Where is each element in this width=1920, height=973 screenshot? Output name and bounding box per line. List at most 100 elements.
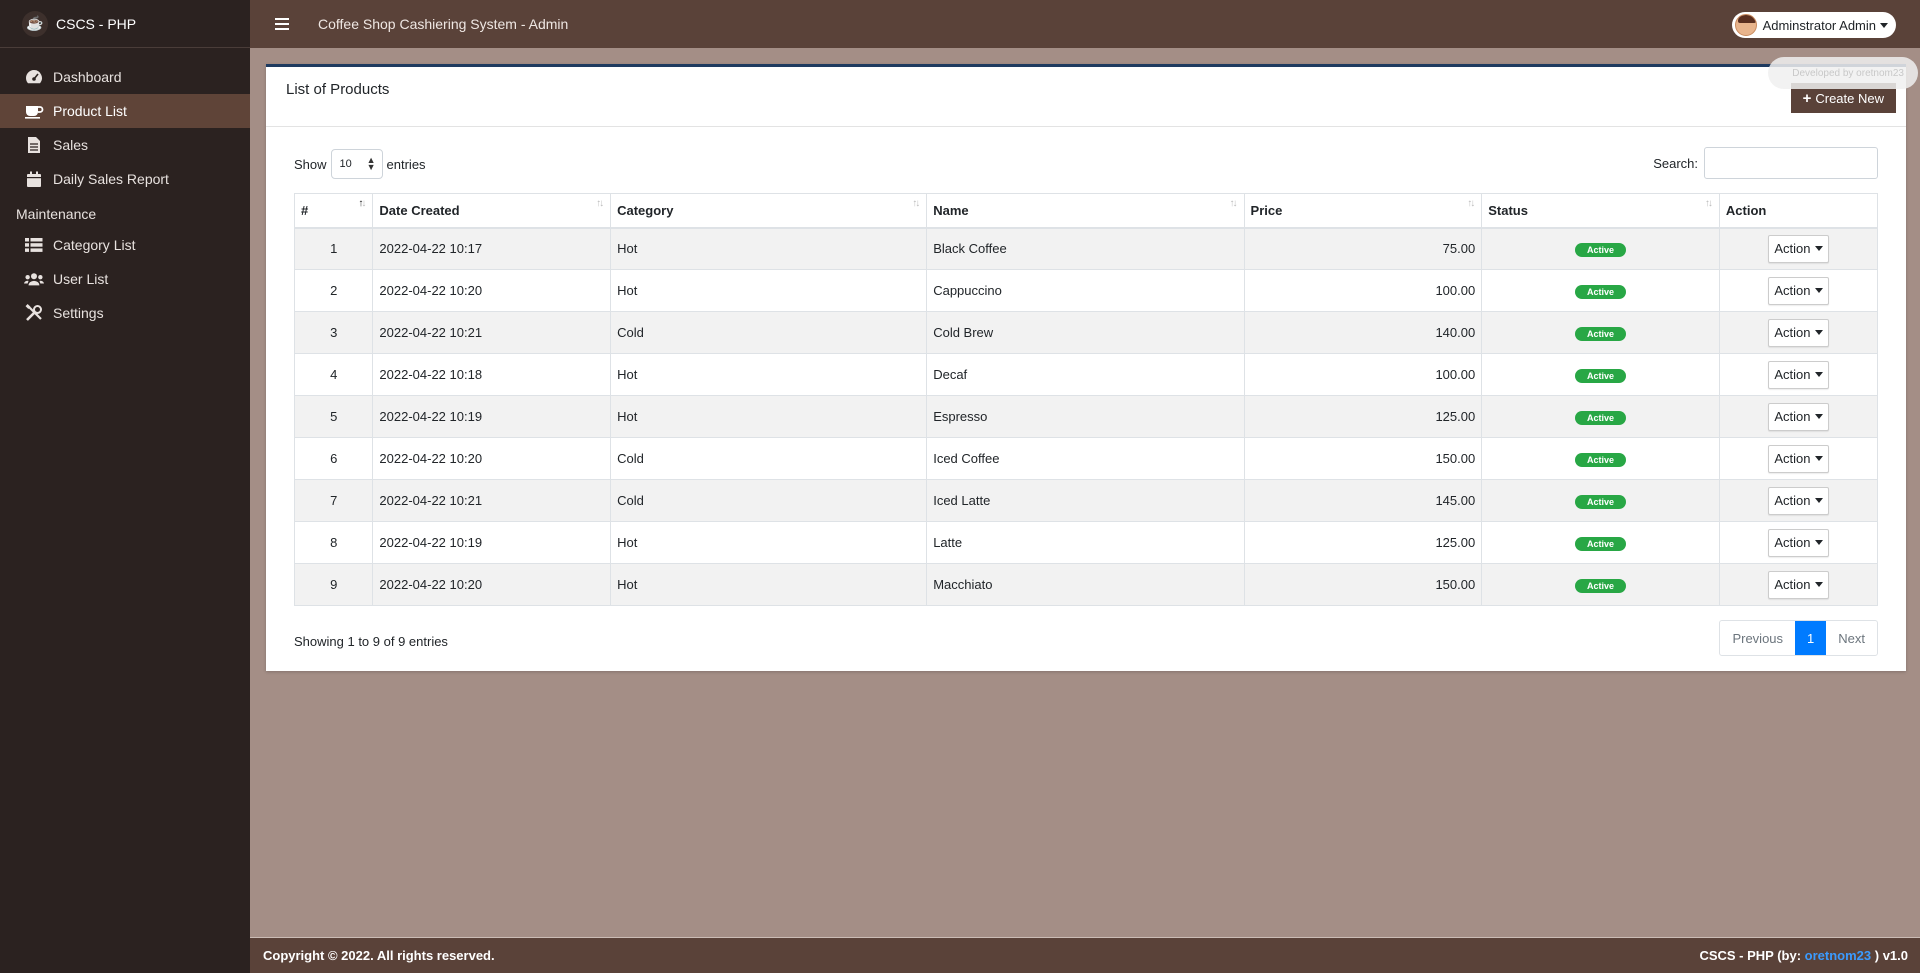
sidebar-item-sales[interactable]: Sales <box>0 128 250 162</box>
user-menu-dropdown[interactable]: Adminstrator Admin <box>1731 12 1896 38</box>
status-badge: Active <box>1575 326 1627 341</box>
row-action-dropdown[interactable]: Action <box>1768 234 1829 263</box>
cell-name: Iced Coffee <box>926 437 1245 480</box>
cell-number: 6 <box>293 437 374 480</box>
cell-status: Active <box>1481 395 1720 438</box>
cell-date-created: 2022-04-22 10:17 <box>372 227 612 270</box>
table-row: 5 2022-04-22 10:19 Hot Espresso 125.00 A… <box>293 395 1879 438</box>
row-action-dropdown[interactable]: Action <box>1768 360 1829 389</box>
sort-icon: ↑↓ <box>912 198 920 209</box>
caret-down-icon <box>1814 330 1823 335</box>
status-badge: Active <box>1575 410 1627 425</box>
sidebar-item-product-list[interactable]: Product List <box>0 94 250 128</box>
cell-category: Hot <box>610 227 928 270</box>
sidebar-item-label: Daily Sales Report <box>53 171 169 187</box>
products-card: List of Products + Create New Developed … <box>266 57 1918 671</box>
cell-price: 75.00 <box>1243 227 1483 270</box>
column-header-action: Action <box>1718 193 1879 229</box>
sidebar-item-category-list[interactable]: Category List <box>0 228 250 262</box>
cell-category: Cold <box>610 311 928 354</box>
hamburger-menu-icon[interactable] <box>272 14 292 34</box>
cell-category: Hot <box>610 269 928 312</box>
next-page-button[interactable]: Next <box>1826 621 1877 655</box>
row-action-dropdown[interactable]: Action <box>1768 318 1829 347</box>
cell-date-created: 2022-04-22 10:21 <box>372 311 612 354</box>
sidebar-item-label: Product List <box>53 103 127 119</box>
cell-price: 100.00 <box>1243 353 1483 396</box>
cell-action: Action <box>1718 521 1879 564</box>
search-label: Search: <box>1653 155 1698 171</box>
cell-action: Action <box>1718 563 1879 606</box>
row-action-dropdown[interactable]: Action <box>1768 528 1829 557</box>
cell-category: Cold <box>610 437 928 480</box>
cell-name: Espresso <box>926 395 1245 438</box>
row-action-dropdown[interactable]: Action <box>1768 570 1829 599</box>
sidebar-nav: Dashboard Product List Sales Daily Sales… <box>0 48 250 330</box>
cell-status: Active <box>1481 437 1720 480</box>
sidebar-item-settings[interactable]: Settings <box>0 296 250 330</box>
column-header-price[interactable]: Price ↑↓ <box>1243 193 1483 229</box>
cell-status: Active <box>1481 563 1720 606</box>
status-badge: Active <box>1575 578 1627 593</box>
create-new-label: Create New <box>1815 90 1884 106</box>
cell-action: Action <box>1718 353 1879 396</box>
cell-number: 2 <box>293 269 374 312</box>
previous-page-button[interactable]: Previous <box>1720 621 1795 655</box>
sidebar-item-user-list[interactable]: User List <box>0 262 250 296</box>
sort-icon: ↑↓ <box>596 198 604 209</box>
cell-number: 1 <box>293 227 374 270</box>
page-length-select[interactable]: 10 ▲ ▼ <box>330 149 383 179</box>
column-header-category[interactable]: Category ↑↓ <box>610 193 928 229</box>
table-row: 4 2022-04-22 10:18 Hot Decaf 100.00 Acti… <box>293 353 1879 396</box>
table-row: 1 2022-04-22 10:17 Hot Black Coffee 75.0… <box>293 227 1879 270</box>
search-input[interactable] <box>1704 147 1878 179</box>
cell-status: Active <box>1481 479 1720 522</box>
cell-price: 125.00 <box>1243 395 1483 438</box>
table-list-icon <box>24 235 44 255</box>
column-header-name[interactable]: Name ↑↓ <box>926 193 1245 229</box>
cell-action: Action <box>1718 269 1879 312</box>
column-header-date-created[interactable]: Date Created ↑↓ <box>372 193 612 229</box>
sidebar-item-dashboard[interactable]: Dashboard <box>0 60 250 94</box>
copyright-text: Copyright © 2022. All rights reserved. <box>263 948 495 963</box>
coffee-cup-icon <box>24 101 44 121</box>
cell-date-created: 2022-04-22 10:21 <box>372 479 612 522</box>
sidebar-item-label: User List <box>53 271 109 287</box>
row-action-dropdown[interactable]: Action <box>1768 444 1829 473</box>
status-badge: Active <box>1575 368 1627 383</box>
row-action-dropdown[interactable]: Action <box>1768 276 1829 305</box>
table-row: 9 2022-04-22 10:20 Hot Macchiato 150.00 … <box>293 563 1879 606</box>
cell-date-created: 2022-04-22 10:20 <box>372 563 612 606</box>
caret-down-icon <box>1814 246 1823 252</box>
cell-price: 100.00 <box>1243 269 1483 312</box>
cell-name: Black Coffee <box>926 227 1245 270</box>
table-row: 8 2022-04-22 10:19 Hot Latte 125.00 Acti… <box>293 521 1879 564</box>
cell-action: Action <box>1718 479 1879 522</box>
page-1-button[interactable]: 1 <box>1795 621 1827 655</box>
sort-icon: ↑↓ <box>1467 198 1475 209</box>
brand[interactable]: ☕ CSCS - PHP <box>0 0 250 48</box>
sidebar-item-daily-sales-report[interactable]: Daily Sales Report <box>0 162 250 196</box>
column-header-status[interactable]: Status ↑↓ <box>1481 193 1720 229</box>
cell-price: 125.00 <box>1243 521 1483 564</box>
status-badge: Active <box>1575 242 1627 257</box>
sidebar-item-label: Sales <box>53 137 89 153</box>
products-table: # ↑↓ Date Created ↑↓ Category ↑↓ Name ↑↓ Pri… <box>293 193 1879 606</box>
cell-name: Iced Latte <box>926 479 1245 522</box>
cell-number: 3 <box>293 311 374 354</box>
caret-down-icon <box>1880 22 1888 28</box>
credit-text: CSCS - PHP (by: oretnom23 ) v1.0 <box>1699 948 1908 963</box>
cell-price: 150.00 <box>1243 563 1483 606</box>
page-title: List of Products <box>286 81 390 98</box>
select-arrows-icon: ▲ ▼ <box>366 155 376 172</box>
row-action-dropdown[interactable]: Action <box>1768 402 1829 431</box>
column-header-number[interactable]: # ↑↓ <box>293 193 374 229</box>
page-footer: Copyright © 2022. All rights reserved. C… <box>250 937 1920 973</box>
cell-number: 8 <box>293 521 374 564</box>
cell-number: 7 <box>293 479 374 522</box>
developer-badge: Developed by oretnom23 <box>1768 57 1918 89</box>
table-header-row: # ↑↓ Date Created ↑↓ Category ↑↓ Name ↑↓ Pri… <box>293 193 1879 229</box>
row-action-dropdown[interactable]: Action <box>1768 486 1829 515</box>
author-link[interactable]: oretnom23 <box>1805 948 1871 963</box>
app-title: Coffee Shop Cashiering System - Admin <box>318 16 569 32</box>
